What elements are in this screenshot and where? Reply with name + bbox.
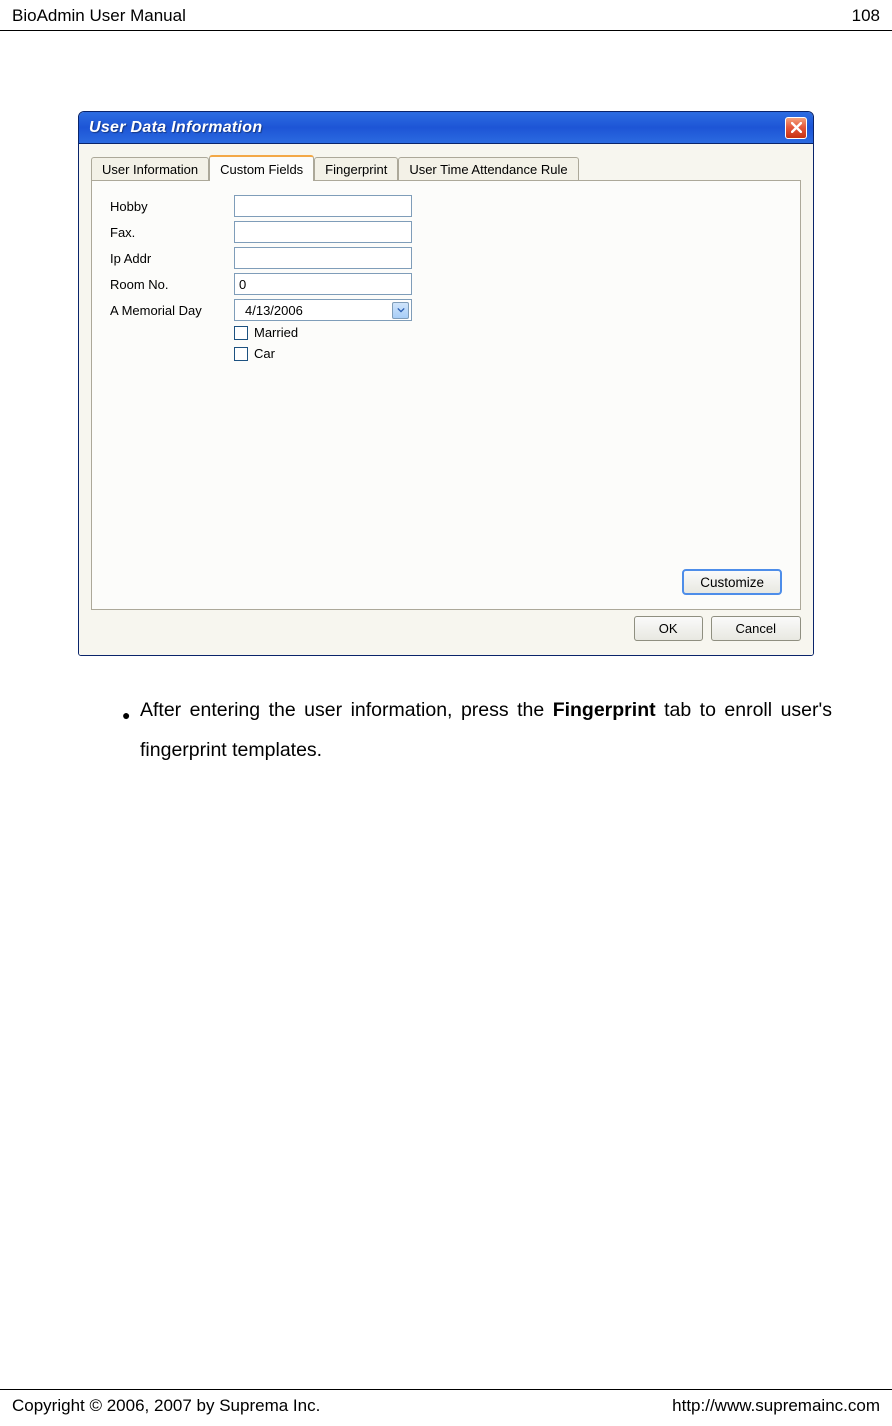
bullet-item: ● After entering the user information, p… xyxy=(122,690,832,770)
dialog-body: User Information Custom Fields Fingerpri… xyxy=(79,144,813,655)
dialog-titlebar: User Data Information xyxy=(79,112,813,144)
paragraph-before: After entering the user information, pre… xyxy=(140,699,553,721)
tab-user-time-attendance-rule[interactable]: User Time Attendance Rule xyxy=(398,157,578,181)
married-label: Married xyxy=(254,325,298,340)
footer-url: http://www.supremainc.com xyxy=(672,1396,880,1416)
paragraph-bold: Fingerprint xyxy=(553,699,656,721)
page-header: BioAdmin User Manual 108 xyxy=(0,0,892,31)
dialog-close-button[interactable] xyxy=(785,117,807,139)
car-label: Car xyxy=(254,346,275,361)
header-page-number: 108 xyxy=(852,6,880,26)
memorial-day-value: 4/13/2006 xyxy=(245,303,303,318)
field-row-room-no: Room No. xyxy=(110,273,782,295)
ip-addr-input[interactable] xyxy=(234,247,412,269)
page-footer: Copyright © 2006, 2007 by Suprema Inc. h… xyxy=(0,1389,892,1426)
memorial-day-select[interactable]: 4/13/2006 xyxy=(234,299,412,321)
custom-fields-panel: Hobby Fax. Ip Addr Room No. A Memorial D… xyxy=(91,180,801,610)
dialog-button-bar: OK Cancel xyxy=(91,616,801,641)
body-text: ● After entering the user information, p… xyxy=(122,690,832,770)
fax-input[interactable] xyxy=(234,221,412,243)
customize-button[interactable]: Customize xyxy=(682,569,782,595)
tab-fingerprint[interactable]: Fingerprint xyxy=(314,157,398,181)
field-row-fax: Fax. xyxy=(110,221,782,243)
header-doc-title: BioAdmin User Manual xyxy=(12,6,186,26)
hobby-input[interactable] xyxy=(234,195,412,217)
field-row-memorial-day: A Memorial Day 4/13/2006 xyxy=(110,299,782,321)
tab-user-information[interactable]: User Information xyxy=(91,157,209,181)
fax-label: Fax. xyxy=(110,225,234,240)
checkbox-row-married[interactable]: Married xyxy=(234,325,782,340)
dialog-title: User Data Information xyxy=(89,119,262,137)
field-row-ip-addr: Ip Addr xyxy=(110,247,782,269)
checkbox-icon xyxy=(234,326,248,340)
checkbox-icon xyxy=(234,347,248,361)
tab-strip: User Information Custom Fields Fingerpri… xyxy=(91,154,801,180)
content-area: User Data Information User Information C… xyxy=(0,31,892,770)
tab-custom-fields[interactable]: Custom Fields xyxy=(209,155,314,181)
cancel-button[interactable]: Cancel xyxy=(711,616,801,641)
ok-button[interactable]: OK xyxy=(634,616,703,641)
room-no-input[interactable] xyxy=(234,273,412,295)
checkbox-row-car[interactable]: Car xyxy=(234,346,782,361)
room-no-label: Room No. xyxy=(110,277,234,292)
close-icon xyxy=(791,120,802,136)
footer-copyright: Copyright © 2006, 2007 by Suprema Inc. xyxy=(12,1396,320,1416)
hobby-label: Hobby xyxy=(110,199,234,214)
chevron-down-icon xyxy=(392,302,409,319)
user-data-dialog: User Data Information User Information C… xyxy=(78,111,814,656)
bullet-text: After entering the user information, pre… xyxy=(140,690,832,770)
ip-addr-label: Ip Addr xyxy=(110,251,234,266)
field-row-hobby: Hobby xyxy=(110,195,782,217)
bullet-icon: ● xyxy=(122,690,140,770)
memorial-day-label: A Memorial Day xyxy=(110,303,234,318)
